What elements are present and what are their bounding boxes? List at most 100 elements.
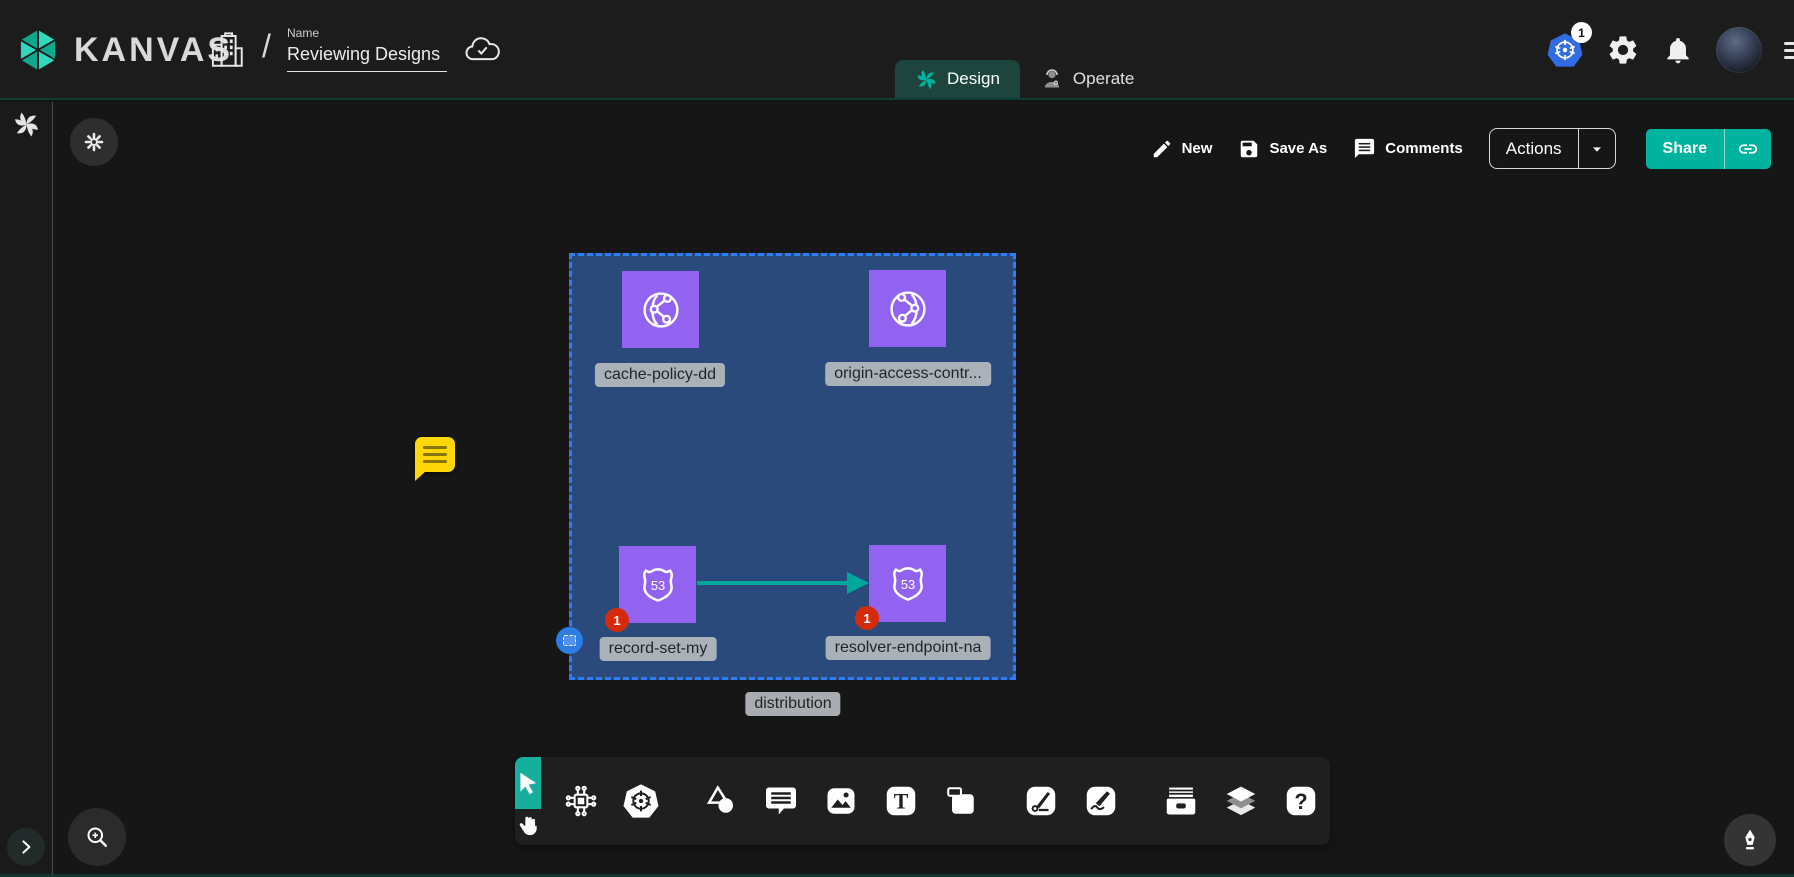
tab-operate[interactable]: Operate [1020,60,1154,98]
new-button[interactable]: New [1151,138,1213,160]
note-card-icon [943,783,979,819]
share-label[interactable]: Share [1646,129,1724,169]
issue-count-badge[interactable]: 1 [605,608,629,632]
whiteboard-pen-button[interactable] [1724,814,1776,866]
meshery-swirl-icon[interactable] [12,110,41,139]
archive-tool[interactable] [1161,781,1201,821]
k8s-context-count-badge: 1 [1571,22,1592,43]
components-tool[interactable] [561,781,601,821]
svg-text:53: 53 [900,576,914,591]
design-name-input[interactable] [287,42,447,72]
help-icon: ? [1283,783,1319,819]
zoom-in-icon [83,823,111,851]
organization-icon[interactable] [205,28,247,72]
design-name-label: Name [287,26,447,40]
operator-icon [1040,67,1064,91]
canvas-config-button[interactable] [70,118,118,166]
node-cache-policy[interactable] [622,271,699,348]
hand-icon [515,814,541,840]
copy-link-button[interactable] [1724,129,1771,169]
tab-design-label: Design [947,69,1000,89]
comments-button[interactable]: Comments [1353,137,1463,160]
share-split-button[interactable]: Share [1646,129,1771,169]
globe-network-icon [637,286,685,334]
save-as-label: Save As [1269,140,1327,157]
note-tool[interactable] [941,781,981,821]
image-tool[interactable] [821,781,861,821]
svg-text:?: ? [1294,789,1307,814]
globe-network-icon [884,285,932,333]
route53-shield-icon: 53 [883,559,933,609]
svg-text:53: 53 [650,577,664,592]
node-label: record-set-my [600,637,717,661]
comments-label: Comments [1385,140,1463,157]
node-label: origin-access-contr... [825,362,991,386]
actions-label[interactable]: Actions [1490,129,1578,168]
mode-tabs: Design Operate [895,60,1154,98]
chip-icon [562,782,600,820]
kanvas-logo-icon [14,26,62,74]
text-tool[interactable]: T [881,781,921,821]
header-right: 1 [1546,0,1794,100]
comment-pin[interactable] [415,437,455,472]
actions-split-button[interactable]: Actions [1489,128,1616,169]
node-label: cache-policy-dd [595,363,725,387]
left-rail [0,102,53,877]
zoom-button[interactable] [68,808,126,866]
brand[interactable]: KANVAS [14,26,233,74]
node-origin-access-control[interactable] [869,270,946,347]
chevron-down-icon [1589,141,1605,157]
image-icon [823,783,859,819]
floppy-icon [1238,138,1260,160]
menu-hamburger-icon[interactable] [1784,42,1794,59]
comments-icon [1353,137,1376,160]
kubernetes-tool[interactable] [621,781,661,821]
group-select-handle[interactable] [556,627,583,654]
tool-dock: T [515,757,1330,845]
layers-tool[interactable] [1221,781,1261,821]
tab-operate-label: Operate [1073,69,1134,89]
pen-path-icon [1023,783,1059,819]
edge-record-to-resolver[interactable] [697,572,869,594]
layers-icon [1222,782,1260,820]
pencil-scribble-icon [1083,783,1119,819]
svg-text:T: T [894,790,909,814]
expand-sidebar-button[interactable] [7,828,45,866]
dashed-square-icon [563,635,576,646]
comment-bubble-icon [763,783,799,819]
settings-gear-icon[interactable] [1606,33,1640,67]
route53-shield-icon: 53 [633,560,683,610]
group-label: distribution [745,692,840,716]
notifications-bell-icon[interactable] [1662,33,1694,67]
node-resolver-endpoint[interactable]: 53 [869,545,946,622]
help-tool[interactable]: ? [1281,781,1321,821]
freehand-draw-tool[interactable] [1081,781,1121,821]
design-action-bar: New Save As Comments Actions Share [1151,128,1771,169]
chevron-right-icon [17,838,35,856]
k8s-context-button[interactable]: 1 [1546,30,1584,70]
actions-dropdown-toggle[interactable] [1578,129,1615,168]
link-icon [1737,138,1759,160]
issue-count-badge[interactable]: 1 [855,606,879,630]
node-label: resolver-endpoint-na [826,636,991,660]
pen-nib-icon [1737,827,1763,853]
cursor-icon [515,770,541,796]
comment-tool[interactable] [761,781,801,821]
pencil-icon [1151,138,1173,160]
edge-draw-tool[interactable] [1021,781,1061,821]
shapes-icon [702,782,740,820]
shapes-tool[interactable] [701,781,741,821]
save-as-button[interactable]: Save As [1238,138,1327,160]
text-icon: T [883,783,919,819]
kubernetes-wheel-icon [621,781,661,821]
user-avatar[interactable] [1716,27,1762,73]
tab-design[interactable]: Design [895,60,1020,98]
arrowhead-icon [847,572,869,594]
pan-tool[interactable] [515,809,541,845]
select-tool[interactable] [515,757,541,809]
breadcrumb-separator: / [262,28,271,65]
cloud-saved-icon [462,30,502,70]
node-record-set[interactable]: 53 [619,546,696,623]
drawer-icon [1162,782,1200,820]
app-header: KANVAS / Name [0,0,1794,100]
